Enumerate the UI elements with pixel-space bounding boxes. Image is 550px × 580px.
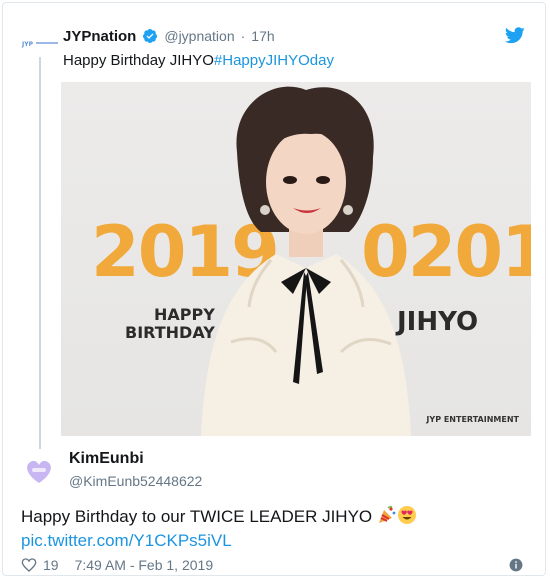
quoted-text-body: Happy Birthday JIHYO	[63, 52, 214, 69]
tweet-timestamp[interactable]: 7:49 AM - Feb 1, 2019	[75, 557, 214, 573]
tweet-media-link[interactable]: pic.twitter.com/Y1CKPs5iVL	[21, 531, 232, 551]
tweet-text-body: Happy Birthday to our TWICE LEADER JIHYO	[21, 507, 373, 526]
birthday-line: BIRTHDAY	[125, 323, 215, 343]
twitter-bird-icon[interactable]	[505, 27, 525, 44]
tweet-footer: 19 7:49 AM - Feb 1, 2019	[21, 556, 213, 574]
portrait-figure	[201, 86, 411, 436]
author-name[interactable]: KimEunbi	[69, 450, 144, 468]
happy-birthday-label: HAPPY BIRTHDAY	[125, 305, 215, 343]
thread-line	[39, 57, 41, 449]
quoted-author-name[interactable]: JYPnation	[63, 28, 136, 45]
party-popper-icon	[378, 505, 396, 523]
hashtag-link[interactable]: #HappyJIHYOday	[214, 52, 334, 69]
tweet-text: Happy Birthday to our TWICE LEADER JIHYO	[21, 505, 417, 527]
quoted-timestamp[interactable]: 17h	[251, 28, 274, 44]
happy-line: HAPPY	[153, 305, 215, 324]
tweet-photo[interactable]: 2019 0201 HAPPY BIRTHDAY JIHYO JYP ENTER…	[61, 82, 531, 436]
kimeunbi-avatar[interactable]	[21, 453, 57, 489]
separator-dot: ·	[240, 28, 246, 44]
jyp-avatar[interactable]: JYP	[17, 31, 63, 55]
tweet-card: JYP JYPnation @jypnation · 17h Happy Bir…	[2, 2, 546, 576]
verified-badge-icon	[143, 29, 158, 43]
jyp-watermark: JYP ENTERTAINMENT	[426, 415, 519, 424]
info-icon[interactable]	[509, 558, 523, 572]
svg-text:JYP: JYP	[21, 41, 34, 48]
quoted-tweet-header: JYPnation @jypnation · 17h	[63, 26, 275, 46]
quoted-tweet-text: Happy Birthday JIHYO#HappyJIHYOday	[63, 52, 334, 69]
like-count[interactable]: 19	[43, 557, 59, 573]
author-handle[interactable]: @KimEunb52448622	[69, 473, 202, 489]
heart-icon[interactable]	[21, 557, 37, 573]
jyp-logo-icon: JYP	[20, 38, 60, 48]
heart-eyes-emoji-icon	[397, 506, 416, 524]
quoted-author-handle[interactable]: @jypnation	[164, 28, 234, 44]
jihyo-label: JIHYO	[397, 307, 479, 337]
avatar-image	[21, 453, 57, 489]
